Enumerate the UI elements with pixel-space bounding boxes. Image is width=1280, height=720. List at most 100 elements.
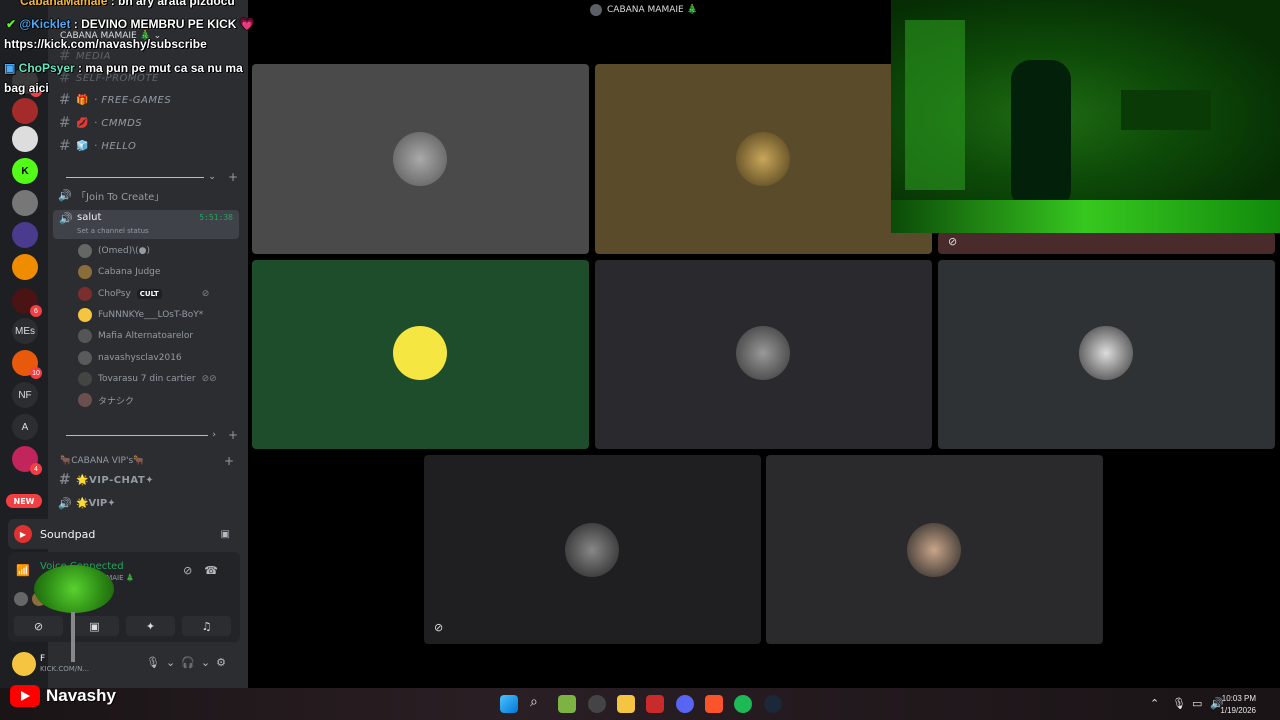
user-panel: F KICK.COM/N... 🎙⌄🎧⌄⚙ [8, 646, 240, 682]
user-avatar [907, 523, 961, 577]
hash-icon: # [58, 472, 72, 488]
voice-channel-salut[interactable]: 🔊 salut 5:51:38 Set a channel status [53, 210, 239, 239]
voice-tile[interactable] [766, 455, 1103, 644]
search-icon[interactable]: ⌕ [530, 694, 538, 710]
screen-share-icon[interactable]: ▣ [221, 529, 230, 540]
deafened-icon: ⊘ [434, 621, 444, 634]
voice-tile[interactable]: ⊘ [424, 455, 761, 644]
screen: 2 K 6 MEs 10 NF A 4 NEW # MEDIA # SELF-PRO… [0, 0, 1280, 720]
channel-hello[interactable]: # 🧊 · HELLO [54, 136, 240, 156]
kick-server-icon[interactable]: K [12, 158, 38, 184]
speaker-icon: 🔊 [58, 188, 72, 202]
clan-tag: CULT [136, 289, 162, 299]
add-channel-icon[interactable]: + [228, 170, 238, 184]
badge-icon: ▣ [4, 61, 19, 75]
noise-suppression-icon[interactable]: ⊘☎ [183, 564, 230, 577]
channel-free-games[interactable]: # 🎁 · FREE-GAMES [54, 90, 240, 110]
check-icon: ✔ [6, 17, 20, 31]
channel-title: CABANA MAMAIE 🎄 [590, 4, 698, 16]
steam-icon[interactable] [764, 695, 782, 713]
signal-icon: 📶 [16, 564, 30, 577]
server-a[interactable]: A [12, 414, 38, 440]
app-icon[interactable] [588, 695, 606, 713]
avatar [78, 287, 92, 301]
server-mes[interactable]: MEs [12, 318, 38, 344]
network-icon[interactable]: ▭ [1192, 697, 1202, 710]
voice-member[interactable]: (Omed)\(●) [78, 242, 238, 260]
avatar [78, 393, 92, 407]
voice-member[interactable]: Cabana Judge [78, 263, 238, 281]
voice-tile[interactable] [595, 64, 932, 254]
avatar [78, 351, 92, 365]
mic-icon[interactable]: 🎙 [1172, 697, 1186, 710]
speaker-icon: 🔊 [58, 496, 72, 510]
screen-share-button[interactable]: ▣ [70, 616, 119, 636]
add-channel-icon[interactable]: + [228, 428, 238, 442]
chat-message: CabanaMamaie : bn ary arata pizdocu [20, 0, 235, 8]
mic-headset-settings-icons[interactable]: 🎙⌄🎧⌄⚙ [146, 656, 232, 669]
deafened-icon: ⊘ [948, 235, 958, 248]
camera-toggle-button[interactable]: ⊘ [14, 616, 63, 636]
voice-member[interactable]: ChoPsy CULT ⊘ [78, 285, 238, 303]
channel-vip-chat[interactable]: # 🌟VIP-CHAT✦ [54, 470, 240, 490]
voice-member[interactable]: navashysclav2016 [78, 349, 238, 367]
voice-channel-vip[interactable]: 🔊 🌟VIP✦ [54, 494, 240, 512]
hash-icon: # [58, 115, 72, 131]
streamer-webcam [891, 0, 1280, 233]
server-nf[interactable]: NF [12, 382, 38, 408]
youtube-brand-overlay: Navashy [10, 685, 116, 707]
voice-member[interactable]: Mafia Alternatoarelor [78, 327, 238, 345]
voice-tile[interactable]: ⊘ [938, 232, 1275, 254]
activities-button[interactable]: ✦ [126, 616, 175, 636]
channel-cmmds[interactable]: # 💋 · CMMDS [54, 113, 240, 133]
voice-channel-join-to-create[interactable]: 🔊 「Join To Create」 [54, 186, 240, 204]
add-channel-icon[interactable]: + [224, 454, 234, 468]
user-avatar [736, 326, 790, 380]
avatar [78, 265, 92, 279]
hash-icon: # [58, 138, 72, 154]
system-clock[interactable]: 10:03 PM 1/19/2026 [1220, 693, 1256, 717]
server-icon[interactable] [12, 190, 38, 216]
chevron-up-icon[interactable]: ⌃ [1150, 697, 1159, 710]
avatar [78, 308, 92, 322]
server-icon[interactable]: 4 [12, 446, 42, 475]
server-icon[interactable] [12, 98, 38, 124]
discord-icon[interactable] [676, 695, 694, 713]
user-avatar [565, 523, 619, 577]
start-icon[interactable] [500, 695, 518, 713]
hash-icon: # [58, 92, 72, 108]
app-icon[interactable] [646, 695, 664, 713]
brave-icon[interactable] [705, 695, 723, 713]
voice-tile[interactable] [938, 260, 1275, 449]
voice-member[interactable]: Tovarasu 7 din cartier ⊘⊘ [78, 370, 238, 388]
voice-member[interactable]: FuNNNKYe___LOsT-BoY* [78, 306, 238, 324]
soundpad-activity[interactable]: ▶ Soundpad ▣ [8, 519, 240, 549]
voice-tile[interactable] [252, 64, 589, 254]
server-header[interactable]: CABANA MAMAIE 🎄 ⌄ [60, 31, 161, 41]
avatar [14, 592, 28, 606]
server-icon[interactable] [12, 222, 38, 248]
voice-tile-speaking[interactable] [252, 260, 589, 449]
avatar [78, 372, 92, 386]
server-icon[interactable]: 6 [12, 288, 42, 317]
category-divider[interactable]: ⌄ + [62, 170, 238, 184]
windows-taskbar: ⌕ ⌃ 🎙 ▭ 🔊 10:03 PM 1/19/2026 [0, 688, 1280, 720]
user-avatar [736, 132, 790, 186]
youtube-logo-icon [10, 685, 40, 707]
server-icon[interactable] [12, 254, 38, 280]
app-icon[interactable] [558, 695, 576, 713]
user-avatar [393, 326, 447, 380]
server-icon[interactable] [12, 126, 38, 152]
avatar[interactable] [12, 652, 36, 676]
voice-tile[interactable] [595, 260, 932, 449]
category-divider[interactable]: › + [62, 428, 238, 442]
chat-message: ✔ @Kicklet : DEVINO MEMBRU PE KICK 💗 [6, 17, 255, 31]
voice-member[interactable]: タナシク [78, 391, 238, 409]
spotify-icon[interactable] [734, 695, 752, 713]
soundboard-button[interactable]: ♫ [182, 616, 231, 636]
server-icon[interactable]: 10 [12, 350, 42, 379]
user-avatar [1079, 326, 1133, 380]
category-vip[interactable]: 🐂CABANA VIP's🐂 + [54, 452, 240, 470]
ornament-overlay [34, 565, 114, 613]
file-explorer-icon[interactable] [617, 695, 635, 713]
